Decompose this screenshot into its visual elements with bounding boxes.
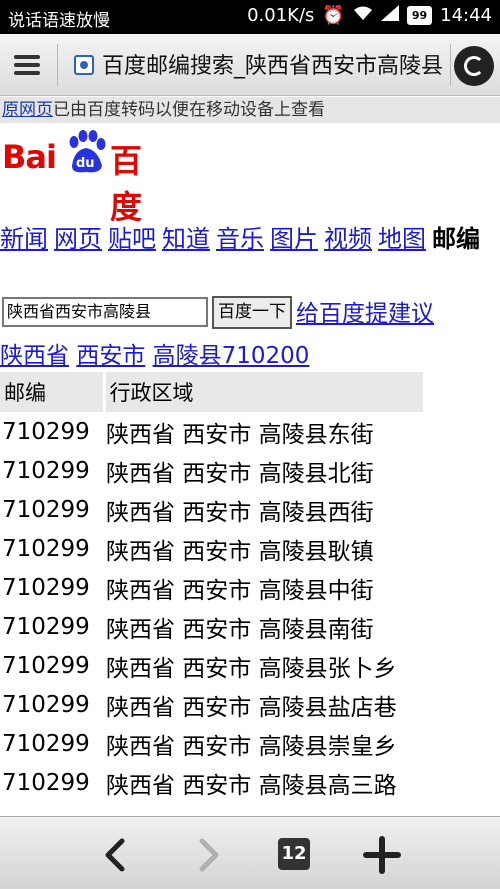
cell-region: 陕西省 西安市 高陵县盐店巷: [106, 694, 397, 721]
header-region: 行政区域: [104, 372, 426, 412]
logo-text-left: Bai: [2, 138, 57, 176]
cell-postcode: 710299: [2, 613, 90, 640]
cell-region: 陕西省 西安市 高陵县高三路: [106, 772, 397, 799]
cell-region: 陕西省 西安市 高陵县耿镇: [106, 538, 374, 565]
refresh-button[interactable]: [454, 46, 494, 86]
original-page-link[interactable]: 原网页: [2, 100, 53, 120]
cell-postcode: 710299: [2, 769, 90, 796]
back-button[interactable]: [94, 833, 138, 877]
browser-bottom-bar: 12: [0, 816, 500, 889]
cell-postcode: 710299: [2, 730, 90, 757]
nav-images[interactable]: 图片: [270, 225, 318, 253]
logo-text-right: 百度: [110, 142, 143, 226]
nav-video[interactable]: 视频: [324, 225, 372, 253]
cell-region: 陕西省 西安市 高陵县南街: [106, 616, 374, 643]
breadcrumb-province[interactable]: 陕西省: [0, 343, 69, 369]
suggest-link[interactable]: 给百度提建议: [296, 294, 434, 328]
search-button[interactable]: 百度一下: [212, 296, 292, 329]
nav-links: 新闻 网页 贴吧 知道 音乐 图片 视频 地图 邮编: [0, 222, 500, 256]
paw-text: du: [76, 156, 95, 171]
plus-icon: [363, 836, 401, 874]
cell-region: 陕西省 西安市 高陵县东街: [106, 421, 374, 448]
page-title[interactable]: 百度邮编搜索_陕西省西安市高陵县: [102, 48, 448, 82]
network-speed: 0.01K/s: [247, 5, 315, 26]
nav-map[interactable]: 地图: [378, 225, 426, 253]
toolbar-divider: [57, 44, 58, 86]
cell-region: 陕西省 西安市 高陵县张卜乡: [106, 655, 397, 682]
cell-region: 陕西省 西安市 高陵县中街: [106, 577, 374, 604]
chevron-right-icon: [199, 838, 219, 872]
forward-button[interactable]: [186, 833, 230, 877]
breadcrumb-county[interactable]: 高陵县710200: [153, 343, 310, 369]
nav-news[interactable]: 新闻: [0, 225, 48, 253]
table-row: 710299 陕西省 西安市 高陵县耿镇: [0, 529, 424, 568]
menu-button[interactable]: [0, 40, 56, 90]
toolbar-divider: [450, 44, 451, 86]
breadcrumb-city[interactable]: 西安市: [76, 343, 145, 369]
cell-region: 陕西省 西安市 高陵县西街: [106, 499, 374, 526]
tabs-button[interactable]: 12: [278, 838, 310, 870]
cell-postcode: 710299: [2, 535, 90, 562]
wifi-icon: [353, 5, 373, 26]
table-row: 710299 陕西省 西安市 高陵县张卜乡: [0, 646, 424, 685]
signal-icon: [380, 5, 399, 26]
table-row: 710299 陕西省 西安市 高陵县南街: [0, 607, 424, 646]
browser-toolbar: 百度邮编搜索_陕西省西安市高陵县: [0, 34, 500, 96]
cell-region: 陕西省 西安市 高陵县北街: [106, 460, 374, 487]
favicon-icon: [74, 55, 94, 75]
cell-postcode: 710299: [2, 496, 90, 523]
cell-postcode: 710299: [2, 418, 90, 445]
chevron-left-icon: [105, 838, 125, 872]
new-tab-button[interactable]: [360, 833, 404, 877]
transcode-notice: 原网页已由百度转码以便在移动设备上查看: [0, 97, 500, 123]
nav-music[interactable]: 音乐: [216, 225, 264, 253]
table-header-row: 邮编 行政区域: [0, 372, 426, 412]
table-row: 710299 陕西省 西安市 高陵县崇皇乡: [0, 724, 424, 763]
cell-postcode: 710299: [2, 574, 90, 601]
status-notification-text: 说话语速放慢: [8, 11, 110, 31]
table-row: 710299 陕西省 西安市 高陵县中街: [0, 568, 424, 607]
status-bar: 说话语速放慢 0.01K/s ⏰ 99 14:44: [0, 0, 500, 34]
table-row: 710299 陕西省 西安市 高陵县盐店巷: [0, 685, 424, 724]
header-postcode: 邮编: [0, 372, 106, 412]
battery-icon: 99: [406, 6, 433, 25]
clock: 14:44: [440, 5, 492, 26]
nav-tieba[interactable]: 贴吧: [108, 225, 156, 253]
alarm-icon: ⏰: [322, 5, 345, 26]
search-input[interactable]: 陕西省西安市高陵县: [2, 297, 208, 327]
table-row: 710299 陕西省 西安市 高陵县西街: [0, 490, 424, 529]
postcode-table: 邮编 行政区域 710299 陕西省 西安市 高陵县东街 710299 陕西省 西安…: [0, 372, 426, 802]
table-row: 710299 陕西省 西安市 高陵县东街: [0, 412, 424, 451]
table-row: 710299 陕西省 西安市 高陵县高三路: [0, 763, 424, 802]
nav-zhidao[interactable]: 知道: [162, 225, 210, 253]
breadcrumb: 陕西省 西安市 高陵县710200: [0, 336, 309, 370]
nav-web[interactable]: 网页: [54, 225, 102, 253]
paw-icon: du: [69, 130, 106, 173]
cell-postcode: 710299: [2, 652, 90, 679]
cell-region: 陕西省 西安市 高陵县崇皇乡: [106, 733, 397, 760]
cell-postcode: 710299: [2, 457, 90, 484]
nav-current: 邮编: [432, 225, 480, 253]
table-row: 710299 陕西省 西安市 高陵县北街: [0, 451, 424, 490]
cell-postcode: 710299: [2, 691, 90, 718]
notice-text: 已由百度转码以便在移动设备上查看: [53, 100, 325, 120]
